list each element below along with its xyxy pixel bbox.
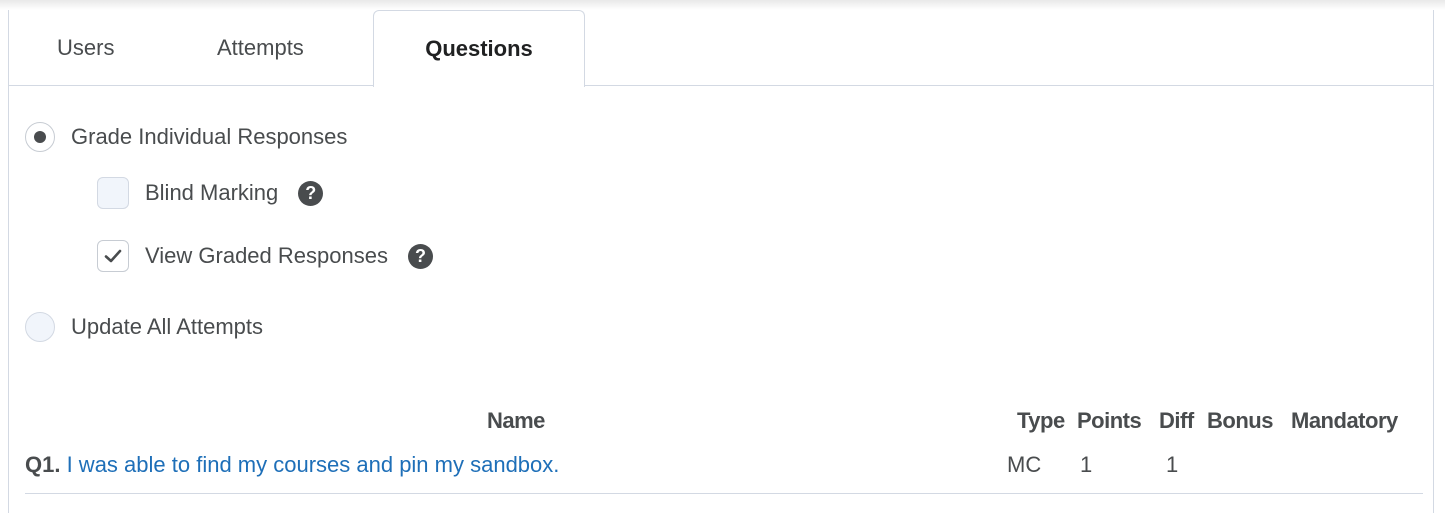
tab-questions[interactable]: Questions: [373, 10, 585, 87]
blind-marking-option[interactable]: Blind Marking ?: [97, 177, 324, 209]
update-all-radio[interactable]: [25, 312, 55, 342]
question-circle-icon[interactable]: ?: [298, 180, 324, 206]
tab-bar: Users Attempts Questions: [9, 10, 1433, 87]
grade-individual-label: Grade Individual Responses: [71, 124, 348, 149]
questions-panel: Users Attempts Questions Grade Individua…: [8, 10, 1434, 513]
column-header-type[interactable]: Type: [1017, 408, 1065, 434]
question-circle-icon[interactable]: ?: [407, 243, 433, 269]
grade-individual-option[interactable]: Grade Individual Responses: [25, 122, 347, 152]
tab-users[interactable]: Users: [57, 10, 114, 86]
cell-diff: 1: [1166, 452, 1179, 477]
cell-points: 1: [1080, 452, 1093, 477]
cell-type: MC: [1007, 452, 1042, 477]
column-header-mandatory[interactable]: Mandatory: [1291, 408, 1398, 434]
question-link[interactable]: I was able to find my courses and pin my…: [67, 452, 560, 477]
checkmark-icon: [104, 249, 122, 263]
column-header-diff[interactable]: Diff: [1159, 408, 1194, 434]
blind-marking-checkbox[interactable]: [97, 177, 129, 209]
column-header-points[interactable]: Points: [1077, 408, 1142, 434]
row-divider: [25, 493, 1423, 494]
view-graded-label: View Graded Responses: [145, 243, 388, 268]
top-shadow: [0, 0, 1445, 10]
update-all-option[interactable]: Update All Attempts: [25, 312, 263, 342]
grade-individual-radio[interactable]: [25, 122, 55, 152]
update-all-label: Update All Attempts: [71, 314, 263, 339]
tab-attempts[interactable]: Attempts: [217, 10, 304, 86]
column-header-name[interactable]: Name: [487, 408, 545, 434]
question-number: Q1.: [25, 452, 67, 477]
view-graded-checkbox[interactable]: [97, 240, 129, 272]
column-header-bonus[interactable]: Bonus: [1207, 408, 1273, 434]
view-graded-option[interactable]: View Graded Responses ?: [97, 240, 433, 272]
blind-marking-label: Blind Marking: [145, 180, 279, 205]
table-row: Q1. I was able to find my courses and pi…: [25, 452, 559, 478]
